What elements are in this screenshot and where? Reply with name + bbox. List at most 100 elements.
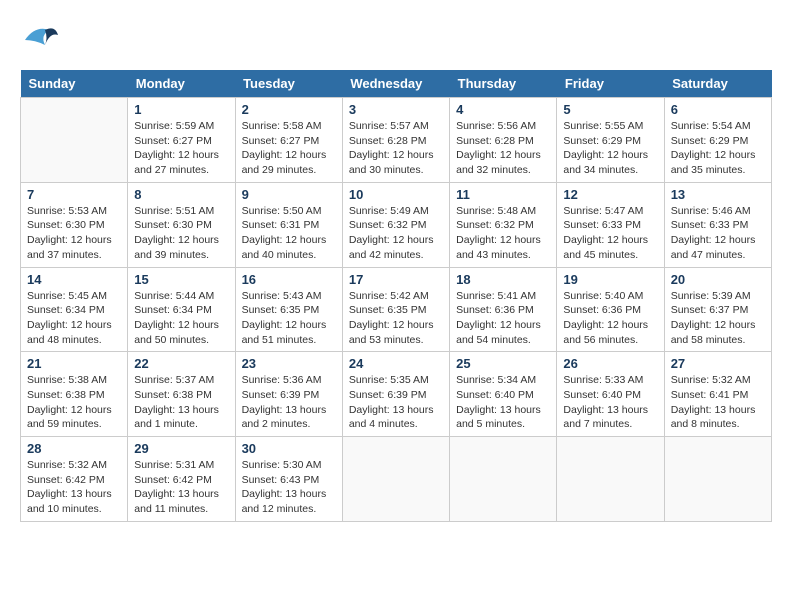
day-number: 12 [563, 187, 657, 202]
calendar-week-1: 1 Sunrise: 5:59 AMSunset: 6:27 PMDaylight… [21, 98, 772, 183]
table-row: 20 Sunrise: 5:39 AMSunset: 6:37 PMDayligh… [664, 267, 771, 352]
day-info: Sunrise: 5:50 AMSunset: 6:31 PMDaylight:… [242, 204, 336, 263]
column-header-tuesday: Tuesday [235, 70, 342, 98]
day-info: Sunrise: 5:44 AMSunset: 6:34 PMDaylight:… [134, 289, 228, 348]
day-number: 3 [349, 102, 443, 117]
day-info: Sunrise: 5:57 AMSunset: 6:28 PMDaylight:… [349, 119, 443, 178]
day-info: Sunrise: 5:48 AMSunset: 6:32 PMDaylight:… [456, 204, 550, 263]
day-number: 29 [134, 441, 228, 456]
column-header-friday: Friday [557, 70, 664, 98]
table-row [450, 437, 557, 522]
day-info: Sunrise: 5:46 AMSunset: 6:33 PMDaylight:… [671, 204, 765, 263]
day-number: 25 [456, 356, 550, 371]
table-row: 24 Sunrise: 5:35 AMSunset: 6:39 PMDayligh… [342, 352, 449, 437]
day-number: 20 [671, 272, 765, 287]
calendar-week-2: 7 Sunrise: 5:53 AMSunset: 6:30 PMDaylight… [21, 182, 772, 267]
table-row: 10Sunrise: 5:49 AMSunset: 6:32 PMDayligh… [342, 182, 449, 267]
table-row [21, 98, 128, 183]
page-header [20, 20, 772, 60]
table-row: 27 Sunrise: 5:32 AMSunset: 6:41 PMDayligh… [664, 352, 771, 437]
table-row: 29 Sunrise: 5:31 AMSunset: 6:42 PMDayligh… [128, 437, 235, 522]
day-number: 16 [242, 272, 336, 287]
table-row: 25 Sunrise: 5:34 AMSunset: 6:40 PMDayligh… [450, 352, 557, 437]
table-row: 9 Sunrise: 5:50 AMSunset: 6:31 PMDaylight… [235, 182, 342, 267]
table-row: 15 Sunrise: 5:44 AMSunset: 6:34 PMDayligh… [128, 267, 235, 352]
day-info: Sunrise: 5:32 AMSunset: 6:41 PMDaylight:… [671, 373, 765, 432]
table-row [664, 437, 771, 522]
day-number: 8 [134, 187, 228, 202]
day-info: Sunrise: 5:55 AMSunset: 6:29 PMDaylight:… [563, 119, 657, 178]
day-number: 10 [349, 187, 443, 202]
day-info: Sunrise: 5:47 AMSunset: 6:33 PMDaylight:… [563, 204, 657, 263]
day-info: Sunrise: 5:38 AMSunset: 6:38 PMDaylight:… [27, 373, 121, 432]
day-number: 17 [349, 272, 443, 287]
day-info: Sunrise: 5:58 AMSunset: 6:27 PMDaylight:… [242, 119, 336, 178]
table-row: 14 Sunrise: 5:45 AMSunset: 6:34 PMDayligh… [21, 267, 128, 352]
logo-icon [20, 20, 60, 60]
day-number: 1 [134, 102, 228, 117]
day-number: 30 [242, 441, 336, 456]
table-row: 28Sunrise: 5:32 AMSunset: 6:42 PMDayligh… [21, 437, 128, 522]
day-number: 28 [27, 441, 121, 456]
day-info: Sunrise: 5:54 AMSunset: 6:29 PMDaylight:… [671, 119, 765, 178]
day-number: 14 [27, 272, 121, 287]
day-number: 18 [456, 272, 550, 287]
table-row [557, 437, 664, 522]
table-row: 21Sunrise: 5:38 AMSunset: 6:38 PMDayligh… [21, 352, 128, 437]
column-header-sunday: Sunday [21, 70, 128, 98]
day-number: 27 [671, 356, 765, 371]
day-info: Sunrise: 5:51 AMSunset: 6:30 PMDaylight:… [134, 204, 228, 263]
day-info: Sunrise: 5:45 AMSunset: 6:34 PMDaylight:… [27, 289, 121, 348]
day-info: Sunrise: 5:33 AMSunset: 6:40 PMDaylight:… [563, 373, 657, 432]
day-number: 22 [134, 356, 228, 371]
table-row: 12 Sunrise: 5:47 AMSunset: 6:33 PMDayligh… [557, 182, 664, 267]
calendar-table: SundayMondayTuesdayWednesdayThursdayFrid… [20, 70, 772, 522]
day-info: Sunrise: 5:36 AMSunset: 6:39 PMDaylight:… [242, 373, 336, 432]
table-row [342, 437, 449, 522]
day-info: Sunrise: 5:59 AMSunset: 6:27 PMDaylight:… [134, 119, 228, 178]
table-row: 6 Sunrise: 5:54 AMSunset: 6:29 PMDaylight… [664, 98, 771, 183]
table-row: 18 Sunrise: 5:41 AMSunset: 6:36 PMDayligh… [450, 267, 557, 352]
table-row: 5 Sunrise: 5:55 AMSunset: 6:29 PMDaylight… [557, 98, 664, 183]
calendar-header-row: SundayMondayTuesdayWednesdayThursdayFrid… [21, 70, 772, 98]
table-row: 19Sunrise: 5:40 AMSunset: 6:36 PMDayligh… [557, 267, 664, 352]
day-number: 15 [134, 272, 228, 287]
column-header-thursday: Thursday [450, 70, 557, 98]
day-info: Sunrise: 5:30 AMSunset: 6:43 PMDaylight:… [242, 458, 336, 517]
day-number: 4 [456, 102, 550, 117]
day-number: 7 [27, 187, 121, 202]
table-row: 3 Sunrise: 5:57 AMSunset: 6:28 PMDaylight… [342, 98, 449, 183]
day-number: 11 [456, 187, 550, 202]
table-row: 4 Sunrise: 5:56 AMSunset: 6:28 PMDaylight… [450, 98, 557, 183]
calendar-week-3: 14 Sunrise: 5:45 AMSunset: 6:34 PMDayligh… [21, 267, 772, 352]
day-info: Sunrise: 5:53 AMSunset: 6:30 PMDaylight:… [27, 204, 121, 263]
logo [20, 20, 64, 60]
column-header-saturday: Saturday [664, 70, 771, 98]
day-number: 5 [563, 102, 657, 117]
day-number: 24 [349, 356, 443, 371]
calendar-week-4: 21Sunrise: 5:38 AMSunset: 6:38 PMDayligh… [21, 352, 772, 437]
table-row: 1 Sunrise: 5:59 AMSunset: 6:27 PMDaylight… [128, 98, 235, 183]
table-row: 7 Sunrise: 5:53 AMSunset: 6:30 PMDaylight… [21, 182, 128, 267]
day-info: Sunrise: 5:35 AMSunset: 6:39 PMDaylight:… [349, 373, 443, 432]
day-number: 9 [242, 187, 336, 202]
table-row: 26 Sunrise: 5:33 AMSunset: 6:40 PMDayligh… [557, 352, 664, 437]
table-row: 22Sunrise: 5:37 AMSunset: 6:38 PMDayligh… [128, 352, 235, 437]
table-row: 13Sunrise: 5:46 AMSunset: 6:33 PMDayligh… [664, 182, 771, 267]
day-info: Sunrise: 5:34 AMSunset: 6:40 PMDaylight:… [456, 373, 550, 432]
day-number: 19 [563, 272, 657, 287]
day-info: Sunrise: 5:31 AMSunset: 6:42 PMDaylight:… [134, 458, 228, 517]
day-number: 2 [242, 102, 336, 117]
day-info: Sunrise: 5:41 AMSunset: 6:36 PMDaylight:… [456, 289, 550, 348]
day-info: Sunrise: 5:56 AMSunset: 6:28 PMDaylight:… [456, 119, 550, 178]
day-number: 26 [563, 356, 657, 371]
column-header-wednesday: Wednesday [342, 70, 449, 98]
table-row: 8 Sunrise: 5:51 AMSunset: 6:30 PMDaylight… [128, 182, 235, 267]
calendar-week-5: 28Sunrise: 5:32 AMSunset: 6:42 PMDayligh… [21, 437, 772, 522]
day-info: Sunrise: 5:43 AMSunset: 6:35 PMDaylight:… [242, 289, 336, 348]
day-info: Sunrise: 5:42 AMSunset: 6:35 PMDaylight:… [349, 289, 443, 348]
day-number: 6 [671, 102, 765, 117]
day-number: 23 [242, 356, 336, 371]
table-row: 17 Sunrise: 5:42 AMSunset: 6:35 PMDayligh… [342, 267, 449, 352]
day-info: Sunrise: 5:39 AMSunset: 6:37 PMDaylight:… [671, 289, 765, 348]
